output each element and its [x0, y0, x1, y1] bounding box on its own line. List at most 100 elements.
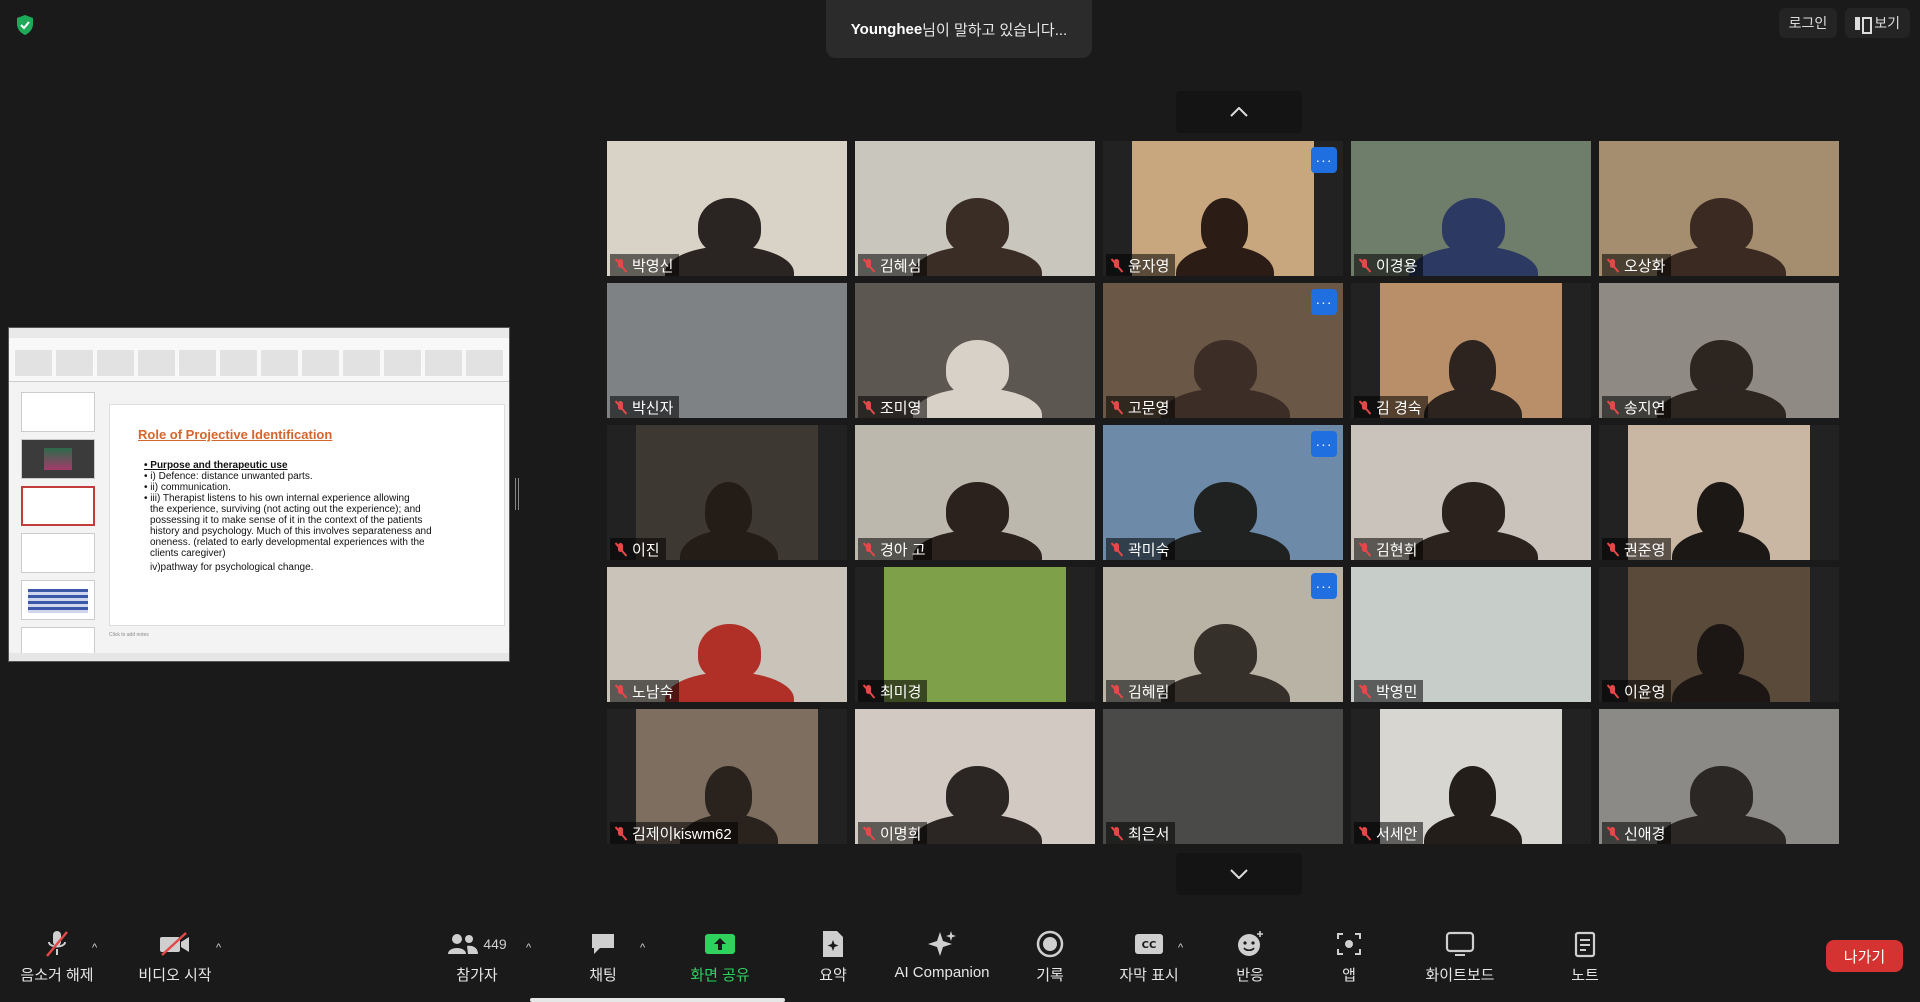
- participant-tile[interactable]: 서세안: [1351, 709, 1591, 844]
- participant-tile[interactable]: 송지연: [1599, 283, 1839, 418]
- apps-button[interactable]: 앱: [1336, 928, 1362, 985]
- mic-off-icon: [1358, 258, 1371, 273]
- slide-thumbnail: [21, 580, 95, 620]
- view-button[interactable]: 보기: [1845, 8, 1910, 38]
- start-video-button[interactable]: 비디오 시작: [134, 928, 216, 985]
- participant-tile[interactable]: 윤자영 ···: [1103, 141, 1343, 276]
- participant-name-tag: 곽미숙: [1106, 538, 1176, 560]
- share-screen-label: 화면 공유: [690, 967, 750, 984]
- participant-name-tag: 신애경: [1602, 822, 1672, 844]
- participant-tile[interactable]: 김제이kiswm62: [607, 709, 847, 844]
- participant-name-tag: 경아 고: [858, 538, 932, 560]
- participant-name-tag: 조미영: [858, 396, 928, 418]
- participant-tile[interactable]: 고문영 ···: [1103, 283, 1343, 418]
- mic-off-icon: [1110, 826, 1123, 841]
- participant-figure: [1408, 530, 1539, 560]
- participant-tile[interactable]: 김현희: [1351, 425, 1591, 560]
- participant-name: 박영민: [1376, 683, 1418, 701]
- participant-name: 이윤영: [1624, 683, 1666, 701]
- participant-tile[interactable]: 이윤영: [1599, 567, 1839, 702]
- participant-tile[interactable]: 이진: [607, 425, 847, 560]
- participant-name: 박영신: [632, 257, 674, 275]
- reactions-button[interactable]: 반응: [1233, 928, 1267, 985]
- record-button[interactable]: 기록: [1033, 928, 1067, 985]
- share-screen-button[interactable]: 화면 공유: [686, 928, 754, 985]
- chevron-up-icon: [1230, 107, 1248, 117]
- chat-options-caret[interactable]: ^: [640, 942, 645, 954]
- participant-tile[interactable]: 노남숙: [607, 567, 847, 702]
- participant-tile[interactable]: 이경용: [1351, 141, 1591, 276]
- participant-tile[interactable]: 최은서: [1103, 709, 1343, 844]
- participant-figure: [1160, 530, 1291, 560]
- video-options-caret[interactable]: ^: [216, 942, 221, 954]
- slide-thumbnails: [17, 392, 101, 661]
- more-options-button[interactable]: ···: [1311, 573, 1337, 599]
- participant-tile[interactable]: 신애경: [1599, 709, 1839, 844]
- sparkle-icon: [928, 931, 956, 956]
- more-options-button[interactable]: ···: [1311, 431, 1337, 457]
- participant-tile[interactable]: 이명희: [855, 709, 1095, 844]
- participant-name: 이진: [632, 541, 660, 559]
- participant-name-tag: 이진: [610, 538, 666, 560]
- whiteboard-button[interactable]: 화이트보드: [1422, 928, 1498, 985]
- gallery-next-button[interactable]: [1176, 853, 1302, 895]
- mic-off-icon: [614, 542, 627, 557]
- participant-name: 경아 고: [880, 541, 926, 559]
- participant-tile[interactable]: 김혜림 ···: [1103, 567, 1343, 702]
- shield-icon[interactable]: [14, 14, 36, 36]
- audio-options-caret[interactable]: ^: [92, 942, 97, 954]
- participant-tile[interactable]: 김혜심: [855, 141, 1095, 276]
- speaker-status: 님이 말하고 있습니다...: [922, 21, 1068, 39]
- participant-tile[interactable]: 경아 고: [855, 425, 1095, 560]
- participant-tile[interactable]: 박영민: [1351, 567, 1591, 702]
- mic-off-icon: [614, 684, 627, 699]
- unmute-button[interactable]: 음소거 해제: [14, 928, 100, 985]
- participant-tile[interactable]: 박신자: [607, 283, 847, 418]
- participant-tile[interactable]: 김 경숙: [1351, 283, 1591, 418]
- participant-figure: [912, 246, 1043, 276]
- captions-button[interactable]: CC 자막 표시: [1116, 928, 1182, 985]
- participant-name: 최은서: [1128, 825, 1170, 843]
- chat-button[interactable]: 채팅: [578, 928, 628, 985]
- ppt-ribbon: [9, 328, 509, 382]
- participant-name: 김혜심: [880, 257, 922, 275]
- participant-figure: [912, 530, 1043, 560]
- participant-name: 김제이kiswm62: [632, 825, 732, 843]
- login-button[interactable]: 로그인: [1778, 8, 1838, 38]
- participant-tile[interactable]: 권준영: [1599, 425, 1839, 560]
- gallery-prev-button[interactable]: [1176, 91, 1302, 133]
- mic-off-icon: [1110, 400, 1123, 415]
- mic-off-icon: [1110, 542, 1123, 557]
- participant-tile[interactable]: 오상화: [1599, 141, 1839, 276]
- splitter-handle[interactable]: [515, 478, 519, 510]
- slide-thumbnail-selected: [21, 486, 95, 526]
- mic-off-icon: [1110, 684, 1123, 699]
- participants-label: 참가자: [456, 967, 498, 984]
- participant-tile[interactable]: 곽미숙 ···: [1103, 425, 1343, 560]
- participant-name-tag: 최미경: [858, 680, 928, 702]
- more-options-button[interactable]: ···: [1311, 289, 1337, 315]
- participant-figure: [912, 814, 1043, 844]
- whiteboard-icon: [1445, 931, 1475, 956]
- participant-tile[interactable]: 조미영: [855, 283, 1095, 418]
- people-icon: [448, 934, 479, 954]
- notes-button[interactable]: 노트: [1568, 928, 1602, 985]
- participants-options-caret[interactable]: ^: [526, 942, 531, 954]
- summary-button[interactable]: 요약: [812, 928, 854, 985]
- more-options-button[interactable]: ···: [1311, 147, 1337, 173]
- participant-name: 신애경: [1624, 825, 1666, 843]
- start-video-label: 비디오 시작: [138, 967, 212, 984]
- ppt-statusbar: [9, 653, 509, 661]
- mic-off-icon: [614, 400, 627, 415]
- participants-button[interactable]: 449 참가자: [440, 928, 514, 985]
- participant-tile[interactable]: 최미경: [855, 567, 1095, 702]
- shared-screen[interactable]: Role of Projective Identification • Purp…: [8, 327, 510, 662]
- captions-options-caret[interactable]: ^: [1178, 942, 1183, 954]
- participant-figure: [1423, 814, 1522, 844]
- ai-companion-button[interactable]: AI Companion: [890, 928, 994, 981]
- slide-line: oneness. (related to early developmental…: [150, 537, 425, 548]
- participant-name-tag: 이윤영: [1602, 680, 1672, 702]
- speaker-name: Younghee: [850, 20, 923, 38]
- leave-button[interactable]: 나가기: [1826, 940, 1903, 972]
- participant-tile[interactable]: 박영신: [607, 141, 847, 276]
